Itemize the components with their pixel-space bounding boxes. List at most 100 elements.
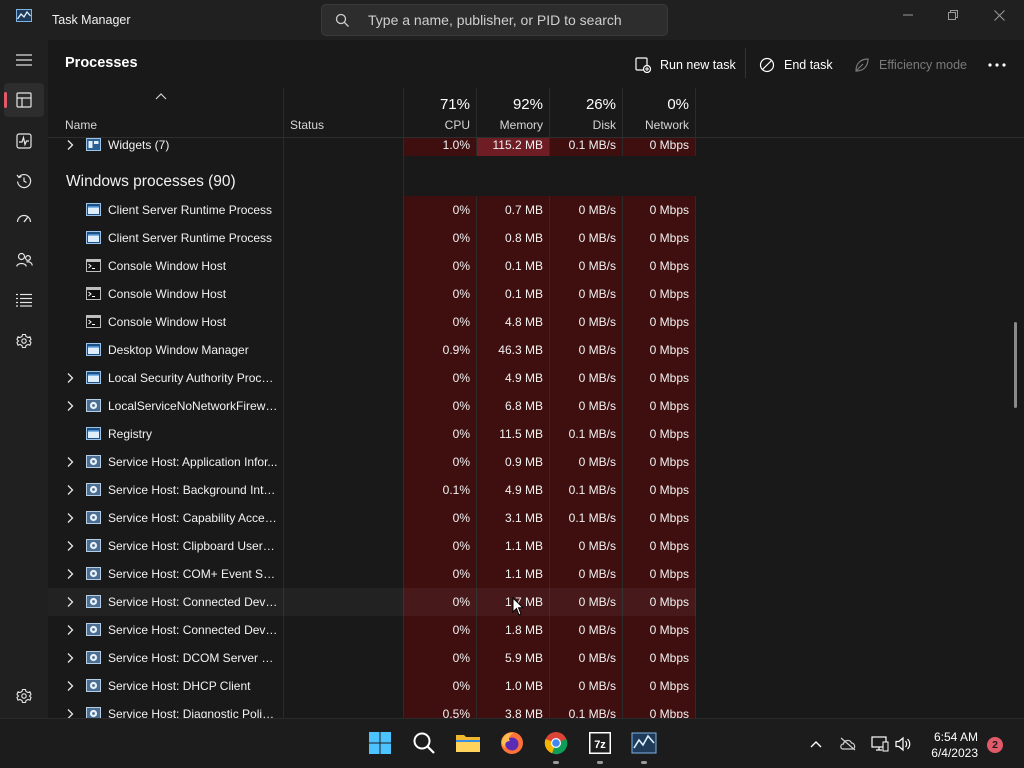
chevron-right-icon[interactable] xyxy=(65,540,75,552)
chevron-right-icon[interactable] xyxy=(65,680,75,692)
chevron-right-icon[interactable] xyxy=(65,624,75,636)
cpu-value: 0% xyxy=(452,623,470,637)
table-row[interactable]: Service Host: Background Inte... 0.1% 4.9 … xyxy=(48,476,696,504)
table-row[interactable]: Service Host: Diagnostic Polic... 0.5% 3.8… xyxy=(48,700,696,718)
nav-item-details[interactable] xyxy=(4,283,44,317)
search-icon xyxy=(413,732,435,754)
onedrive-button[interactable] xyxy=(838,734,858,754)
table-row[interactable]: Local Security Authority Proce... 0% 4.9 M… xyxy=(48,364,696,392)
table-row[interactable]: Service Host: Clipboard User S... 0% 1.1 M… xyxy=(48,532,696,560)
chevron-right-icon[interactable] xyxy=(65,139,75,151)
start-button[interactable] xyxy=(365,728,395,758)
cpu-total-percent[interactable]: 71% xyxy=(404,96,470,113)
memory-value: 3.1 MB xyxy=(504,511,543,525)
table-row[interactable]: Client Server Runtime Process 0% 0.8 MB 0 M… xyxy=(48,224,696,252)
show-hidden-icons-button[interactable] xyxy=(806,734,826,754)
nav-menu-button[interactable] xyxy=(4,43,44,77)
nav-item-startup-apps[interactable] xyxy=(4,203,44,237)
taskbar: 7z 6:54 AM 6/4/2023 2 xyxy=(0,718,1024,768)
chevron-right-icon[interactable] xyxy=(65,372,75,384)
nav-item-processes[interactable] xyxy=(4,83,44,117)
nav-item-performance[interactable] xyxy=(4,124,44,158)
table-row[interactable]: Service Host: Capability Acces... 0% 3.1 M… xyxy=(48,504,696,532)
chevron-right-icon[interactable] xyxy=(65,568,75,580)
chevron-right-icon[interactable] xyxy=(65,652,75,664)
memory-value: 11.5 MB xyxy=(499,427,543,441)
7zip-button[interactable]: 7z xyxy=(585,728,615,758)
memory-value: 115.2 MB xyxy=(492,138,543,152)
network-value: 0 Mbps xyxy=(649,343,689,357)
table-row[interactable]: Widgets (7) 1.0% 115.2 MB 0.1 MB/s 0 Mbp… xyxy=(48,131,696,159)
efficiency-mode-button[interactable]: Efficiency mode xyxy=(854,50,967,80)
cpu-value: 0% xyxy=(452,455,470,469)
title-bar: Task Manager xyxy=(0,0,1024,40)
run-new-task-button[interactable]: Run new task xyxy=(635,50,736,80)
table-row[interactable]: Registry 0% 11.5 MB 0.1 MB/s 0 Mbps xyxy=(48,420,696,448)
table-row[interactable]: Service Host: COM+ Event Sys... 0% 1.1 MB 0… xyxy=(48,560,696,588)
sort-ascending-icon[interactable] xyxy=(155,92,167,100)
column-header-disk[interactable]: Disk xyxy=(550,118,616,132)
table-row[interactable]: Console Window Host 0% 0.1 MB 0 MB/s 0 Mbps xyxy=(48,252,696,280)
table-row[interactable]: Service Host: DHCP Client 0% 1.0 MB 0 MB/s 0… xyxy=(48,672,696,700)
processes-icon xyxy=(16,92,32,108)
column-header-cpu[interactable]: CPU xyxy=(404,118,470,132)
end-task-button[interactable]: End task xyxy=(759,50,833,80)
memory-value: 1.1 MB xyxy=(504,539,543,553)
table-row[interactable]: LocalServiceNoNetworkFirewa... 0% 6.8 MB 0 … xyxy=(48,392,696,420)
memory-value: 5.9 MB xyxy=(504,651,543,665)
file-explorer-button[interactable] xyxy=(453,728,483,758)
process-list: Widgets (7) 1.0% 115.2 MB 0.1 MB/s 0 Mbp… xyxy=(48,138,1024,718)
restore-button[interactable] xyxy=(930,0,976,30)
nav-item-services[interactable] xyxy=(4,324,44,358)
disk-value: 0 MB/s xyxy=(578,371,616,385)
nav-item-users[interactable] xyxy=(4,243,44,277)
nav-item-settings[interactable] xyxy=(4,679,44,713)
task-manager-icon xyxy=(16,9,32,22)
table-row[interactable]: Console Window Host 0% 4.8 MB 0 MB/s 0 Mbps xyxy=(48,308,696,336)
search-input[interactable] xyxy=(368,11,658,29)
minimize-button[interactable] xyxy=(885,0,931,30)
vertical-scrollbar[interactable] xyxy=(1014,322,1017,408)
chevron-right-icon[interactable] xyxy=(65,484,75,496)
notification-badge[interactable]: 2 xyxy=(987,737,1003,753)
network-display-button[interactable] xyxy=(870,734,890,754)
group-header-windows-processes[interactable]: Windows processes (90) xyxy=(66,173,236,191)
chevron-right-icon[interactable] xyxy=(65,400,75,412)
chrome-button[interactable] xyxy=(541,728,571,758)
chevron-right-icon[interactable] xyxy=(65,456,75,468)
network-total-percent[interactable]: 0% xyxy=(623,96,689,113)
more-options-button[interactable] xyxy=(982,52,1012,78)
task-manager-taskbar-button[interactable] xyxy=(629,728,659,758)
process-name: Client Server Runtime Process xyxy=(108,203,273,217)
column-header-name[interactable]: Name xyxy=(65,118,97,132)
nav-item-app-history[interactable] xyxy=(4,164,44,198)
chevron-right-icon[interactable] xyxy=(65,708,75,718)
network-value: 0 Mbps xyxy=(649,707,689,718)
column-header-memory[interactable]: Memory xyxy=(477,118,543,132)
table-row[interactable]: Desktop Window Manager 0.9% 46.3 MB 0 MB/s 0… xyxy=(48,336,696,364)
table-row[interactable]: Service Host: Connected Devi... 0% 1.8 MB 0… xyxy=(48,616,696,644)
running-indicator xyxy=(597,761,603,764)
services-icon xyxy=(16,333,32,349)
column-header-status[interactable]: Status xyxy=(290,118,324,132)
clock-date: 6/4/2023 xyxy=(931,746,978,760)
table-row[interactable]: Console Window Host 0% 0.1 MB 0 MB/s 0 Mbps xyxy=(48,280,696,308)
column-header-network[interactable]: Network xyxy=(623,118,689,132)
table-row[interactable]: Service Host: Application Infor... 0% 0.9 … xyxy=(48,448,696,476)
cpu-value: 0% xyxy=(452,315,470,329)
network-value: 0 Mbps xyxy=(649,399,689,413)
firefox-button[interactable] xyxy=(497,728,527,758)
taskbar-search-button[interactable] xyxy=(409,728,439,758)
close-button[interactable] xyxy=(976,0,1022,30)
search-box[interactable] xyxy=(321,4,668,36)
window-app-icon xyxy=(86,343,101,356)
table-row[interactable]: Service Host: DCOM Server Pr... 0% 5.9 MB 0… xyxy=(48,644,696,672)
chevron-right-icon[interactable] xyxy=(65,596,75,608)
disk-total-percent[interactable]: 26% xyxy=(550,96,616,113)
volume-button[interactable] xyxy=(893,734,913,754)
memory-total-percent[interactable]: 92% xyxy=(477,96,543,113)
chevron-right-icon[interactable] xyxy=(65,512,75,524)
table-row[interactable]: Client Server Runtime Process 0% 0.7 MB 0 M… xyxy=(48,196,696,224)
table-row[interactable]: Service Host: Connected Devi... 0% 1.7 MB 0… xyxy=(48,588,696,616)
clock[interactable]: 6:54 AM 6/4/2023 xyxy=(916,729,978,761)
